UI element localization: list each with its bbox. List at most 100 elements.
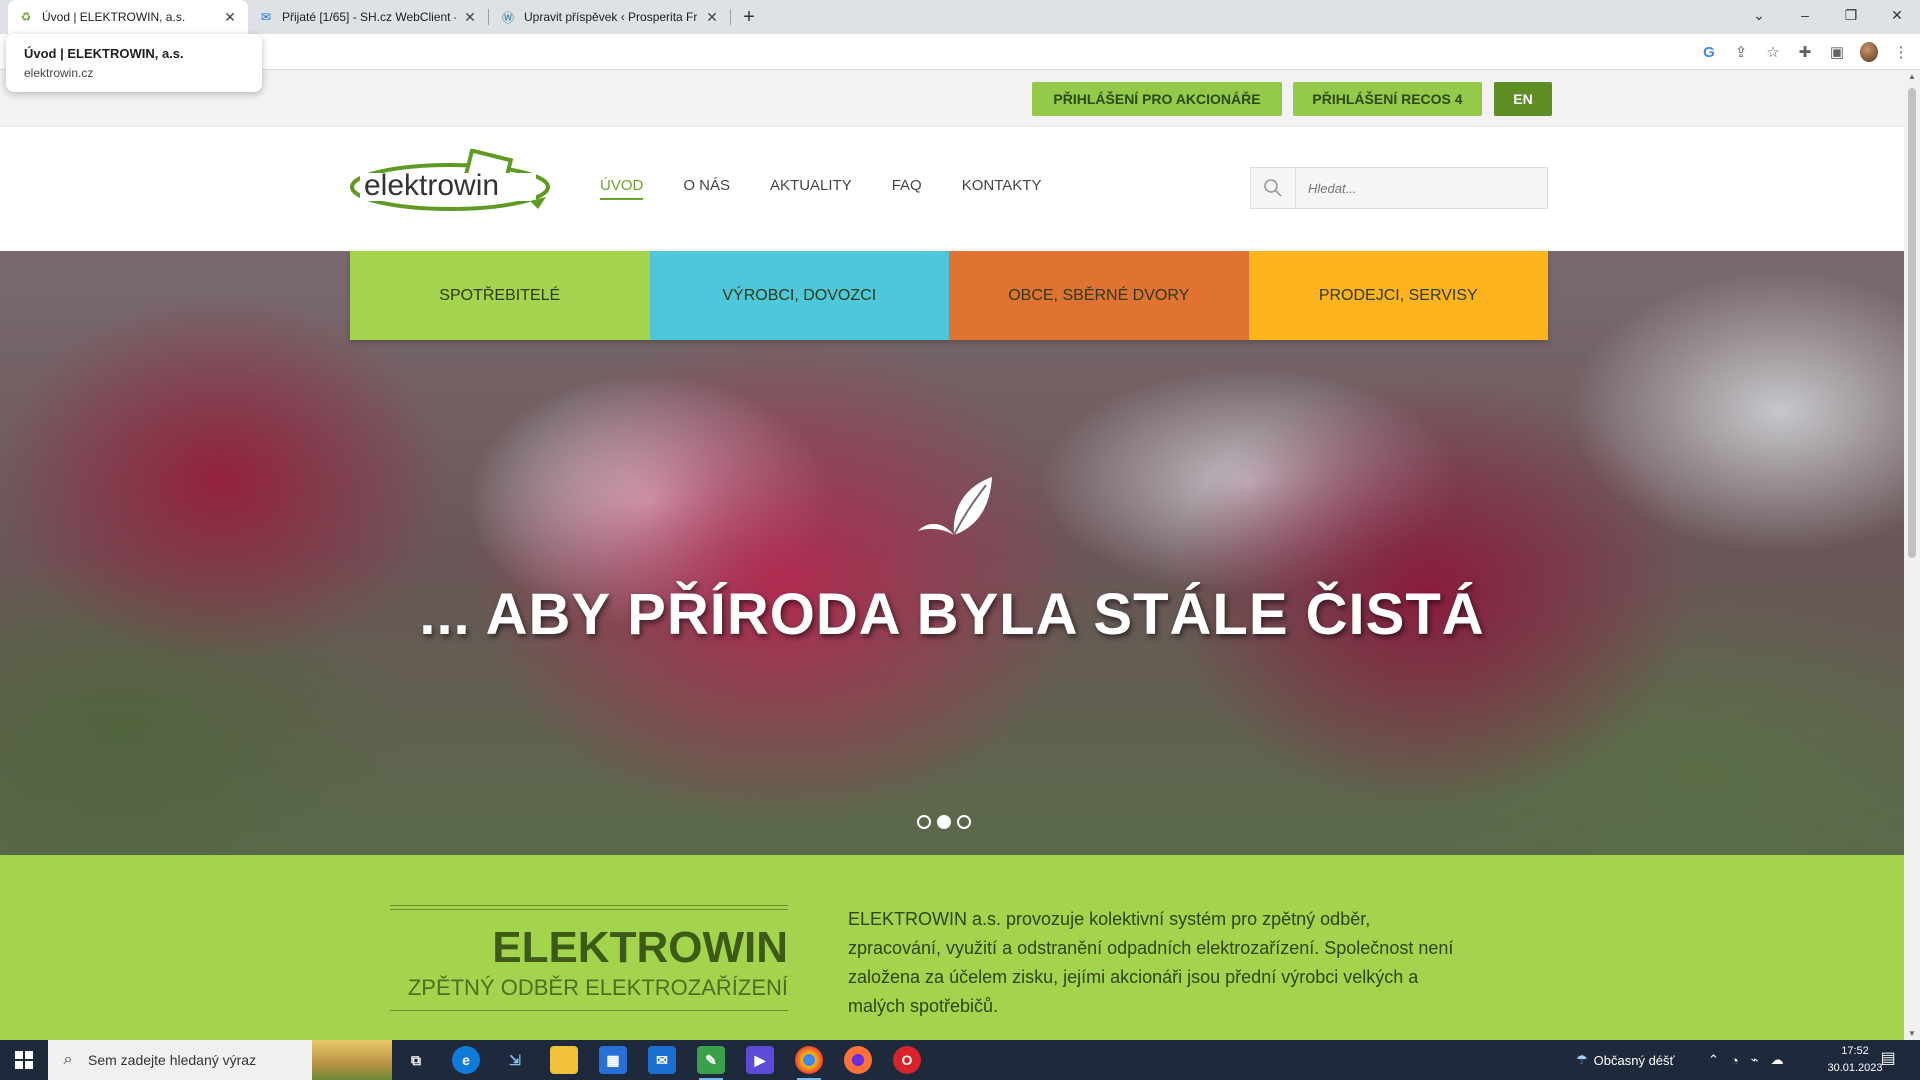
edge-icon[interactable]: e [452, 1046, 480, 1074]
close-tab-icon[interactable]: ✕ [704, 9, 720, 26]
category-vyrobci-dovozci[interactable]: VÝROBCI, DOVOZCI [649, 251, 949, 340]
google-icon[interactable]: G [1700, 44, 1718, 61]
notifications-icon[interactable]: ▤ [1876, 1048, 1900, 1072]
hero-slider: ... ABY PŘÍRODA BYLA STÁLE ČISTÁ [0, 251, 1904, 855]
bookmark-star-icon[interactable]: ☆ [1764, 43, 1782, 61]
task-view-icon[interactable]: ⧉ [402, 1046, 430, 1074]
media-player-icon[interactable]: ▶ [746, 1046, 774, 1074]
site-header: elektrowin ÚVOD O NÁS AKTUALITY FAQ KONT… [0, 127, 1904, 251]
windows-taskbar: ⌕ Sem zadejte hledaný výraz ⧉ e ⇲ ▦ ✉ ✎ … [0, 1040, 1920, 1080]
divider [390, 1010, 788, 1011]
weather-text: Občasný déšť [1593, 1052, 1675, 1068]
new-tab-button[interactable]: + [736, 4, 762, 30]
side-panel-icon[interactable]: ▣ [1828, 43, 1846, 61]
share-icon[interactable]: ⇪ [1732, 43, 1750, 61]
slide-dot-2[interactable] [937, 815, 951, 829]
scroll-down-arrow-icon[interactable]: ▼ [1904, 1029, 1920, 1038]
close-tab-icon[interactable]: ✕ [222, 9, 238, 26]
category-prodejci-servisy[interactable]: PRODEJCI, SERVISY [1248, 251, 1548, 340]
tab-title: Přijaté [1/65] - SH.cz WebClient - [282, 10, 456, 24]
tray-chevron-icon[interactable]: ⌃ [1708, 1052, 1719, 1068]
browser-tab-bar: ♻ Úvod | ELEKTROWIN, a.s. ✕ ✉ Přijaté [1… [0, 0, 1920, 34]
slide-dot-3[interactable] [957, 815, 971, 829]
tab-title: Upravit příspěvek ‹ Prosperita Fre [524, 10, 698, 24]
intro-title: ELEKTROWIN [492, 923, 788, 972]
search-icon[interactable] [1251, 168, 1296, 208]
tab-title: Úvod | ELEKTROWIN, a.s. [42, 10, 186, 24]
web-page: PŘIHLÁŠENÍ PRO AKCIONÁŘE PŘIHLÁŠENÍ RECO… [0, 70, 1904, 1040]
tab-separator [730, 9, 731, 25]
site-search [1250, 167, 1548, 209]
hero-title: ... ABY PŘÍRODA BYLA STÁLE ČISTÁ [419, 582, 1485, 647]
intro-section: ELEKTROWIN ZPĚTNÝ ODBĚR ELEKTROZAŘÍZENÍ … [0, 855, 1904, 1040]
weather-widget[interactable]: ☂ Občasný déšť [1576, 1040, 1674, 1080]
firefox-icon[interactable] [844, 1046, 872, 1074]
divider [390, 909, 788, 910]
nav-uvod[interactable]: ÚVOD [600, 177, 644, 200]
tooltip-title: Úvod | ELEKTROWIN, a.s. [24, 46, 184, 61]
main-nav: ÚVOD O NÁS AKTUALITY FAQ KONTAKTY [600, 177, 1041, 200]
store-icon[interactable]: ▦ [599, 1046, 627, 1074]
page-scrollbar[interactable]: ▲ ▼ [1904, 70, 1920, 1040]
address-bar: G ⇪ ☆ ✚ ▣ ⋮ [0, 34, 1920, 70]
file-explorer-icon[interactable] [550, 1046, 578, 1074]
wordpress-favicon-icon: Ⓦ [501, 10, 514, 25]
tab-separator [488, 9, 489, 25]
elektrowin-logo[interactable]: elektrowin [350, 149, 554, 217]
minimize-button[interactable]: – [1782, 0, 1828, 30]
search-input[interactable] [1296, 168, 1547, 208]
extensions-icon[interactable]: ✚ [1796, 43, 1814, 61]
scroll-up-arrow-icon[interactable]: ▲ [1904, 72, 1920, 81]
slide-dot-1[interactable] [917, 815, 931, 829]
windows-start-button[interactable] [0, 1040, 48, 1080]
toolbar-icons: G ⇪ ☆ ✚ ▣ ⋮ [1700, 42, 1910, 62]
restore-button[interactable]: ❐ [1828, 0, 1874, 30]
connect-icon[interactable]: ⇲ [501, 1046, 529, 1074]
recos-login-button[interactable]: PŘIHLÁŠENÍ RECOS 4 [1293, 82, 1482, 116]
taskbar-search[interactable]: ⌕ Sem zadejte hledaný výraz [48, 1040, 392, 1080]
leaf-icon [918, 477, 992, 536]
category-tiles: SPOTŘEBITELÉ VÝROBCI, DOVOZCI OBCE, SBĚR… [350, 251, 1548, 340]
intro-subtitle: ZPĚTNÝ ODBĚR ELEKTROZAŘÍZENÍ [407, 975, 788, 1000]
language-en-button[interactable]: EN [1494, 82, 1552, 116]
tab-search-chevron-icon[interactable]: ⌄ [1736, 0, 1782, 30]
nav-o-nas[interactable]: O NÁS [683, 177, 730, 200]
windows-logo-icon [15, 1051, 33, 1069]
notepad-icon[interactable]: ✎ [697, 1046, 725, 1080]
onedrive-icon[interactable]: ☁ [1771, 1052, 1784, 1068]
intro-text: ELEKTROWIN a.s. provozuje kolektivní sys… [848, 909, 1454, 1016]
tooltip-url: elektrowin.cz [24, 66, 94, 80]
opera-icon[interactable]: O [893, 1046, 921, 1074]
shareholder-login-button[interactable]: PŘIHLÁŠENÍ PRO AKCIONÁŘE [1032, 82, 1282, 116]
scrollbar-thumb[interactable] [1908, 88, 1916, 558]
tab-hover-tooltip: Úvod | ELEKTROWIN, a.s. elektrowin.cz [6, 34, 262, 92]
nav-faq[interactable]: FAQ [892, 177, 922, 200]
system-tray: ⌃ ◔ ⌁ ☁ [1708, 1040, 1784, 1080]
rain-icon: ☂ [1576, 1052, 1588, 1067]
power-icon[interactable]: ⌁ [1751, 1052, 1759, 1068]
close-tab-icon[interactable]: ✕ [462, 9, 478, 26]
logo-text: elektrowin [364, 169, 499, 202]
tab-elektrowin[interactable]: ♻ Úvod | ELEKTROWIN, a.s. ✕ [8, 0, 248, 34]
menu-kebab-icon[interactable]: ⋮ [1892, 43, 1910, 61]
nav-aktuality[interactable]: AKTUALITY [770, 177, 852, 200]
tab-webclient[interactable]: ✉ Přijaté [1/65] - SH.cz WebClient - ✕ [248, 0, 488, 34]
divider [390, 905, 788, 906]
search-highlight-image [312, 1040, 392, 1080]
mail-favicon-icon: ✉ [260, 10, 272, 24]
mail-icon[interactable]: ✉ [648, 1046, 676, 1074]
nav-kontakty[interactable]: KONTAKTY [962, 177, 1042, 200]
tab-wordpress[interactable]: Ⓦ Upravit příspěvek ‹ Prosperita Fre ✕ [490, 0, 730, 34]
slider-dots [917, 815, 971, 829]
chrome-icon[interactable] [795, 1046, 823, 1080]
elektrowin-favicon-icon: ♻ [20, 10, 32, 24]
hero-frost-roses-image [0, 251, 1904, 855]
category-spotrebitele[interactable]: SPOTŘEBITELÉ [350, 251, 650, 340]
top-login-strip: PŘIHLÁŠENÍ PRO AKCIONÁŘE PŘIHLÁŠENÍ RECO… [0, 70, 1904, 127]
category-obce-sberne-dvory[interactable]: OBCE, SBĚRNÉ DVORY [949, 251, 1249, 340]
profile-avatar[interactable] [1860, 42, 1878, 62]
taskbar-search-placeholder: Sem zadejte hledaný výraz [88, 1052, 257, 1068]
close-window-button[interactable]: ✕ [1874, 0, 1920, 30]
network-icon[interactable]: ◔ [1731, 1053, 1739, 1068]
search-icon: ⌕ [63, 1051, 73, 1068]
